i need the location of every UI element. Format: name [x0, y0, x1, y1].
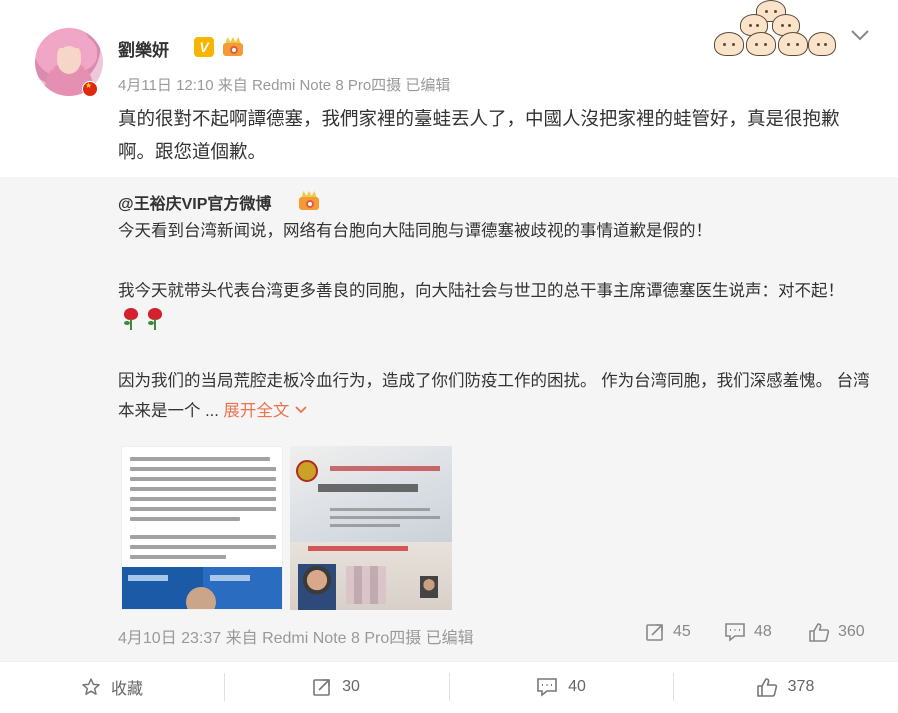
rose-icon: [146, 308, 164, 330]
rose-icon: [122, 308, 140, 330]
repost-paragraph-2-text: 我今天就带头代表台湾更多善良的同胞，向大陆社会与世卫的总干事主席谭德塞医生说声：…: [118, 282, 844, 300]
post-meta: 4月11日 12:10 来自 Redmi Note 8 Pro四摄 已编辑: [118, 77, 451, 94]
repost-share-button[interactable]: 45: [645, 622, 691, 642]
repost-username-text[interactable]: @王裕庆VIP官方微博: [118, 196, 271, 213]
repost-like-count: 360: [838, 623, 865, 640]
crown-badge-icon[interactable]: [221, 37, 245, 57]
repost-paragraph-2: 我今天就带头代表台湾更多善良的同胞，向大陆社会与世卫的总干事主席谭德塞医生说声：…: [118, 276, 873, 336]
share-button[interactable]: 30: [224, 661, 448, 713]
repost-comment-button[interactable]: 48: [724, 622, 772, 642]
roses: [122, 306, 170, 336]
favorite-button[interactable]: 收藏: [0, 661, 224, 713]
repost-paragraph-1: 今天看到台湾新闻说，网络有台胞向大陆同胞与谭德塞被歧视的事情道歉是假的！: [118, 222, 712, 240]
comment-button[interactable]: 40: [449, 661, 673, 713]
share-icon: [646, 624, 663, 641]
repost-share-count: 45: [673, 623, 691, 640]
crown-badge-icon[interactable]: [297, 191, 321, 211]
repost-text: 今天看到台湾新闻说，网络有台胞向大陆同胞与谭德塞被歧视的事情道歉是假的！ 我今天…: [118, 216, 873, 426]
china-flag-badge-icon: [82, 81, 98, 97]
like-count: 378: [787, 678, 815, 695]
comment-count: 40: [568, 678, 586, 695]
mascot-decoration: [710, 0, 840, 60]
repost-paragraph-3: 因为我们的当局荒腔走板冷血行为，造成了你们防疫工作的困扰。 作为台湾同胞，我们深…: [118, 366, 873, 426]
share-count: 30: [342, 678, 360, 695]
like-button[interactable]: 378: [673, 661, 897, 713]
expand-full-text-link[interactable]: 展开全文: [223, 402, 308, 420]
like-icon: [756, 678, 777, 697]
post-username[interactable]: 劉樂妍: [118, 36, 169, 61]
star-icon: [82, 678, 100, 695]
favorite-label: 收藏: [110, 681, 143, 698]
share-icon: [313, 679, 330, 696]
post-text: 真的很對不起啊譚德塞，我們家裡的臺蛙丟人了，中國人沒把家裡的蛙管好，真是很抱歉啊…: [118, 108, 840, 162]
chevron-down-icon[interactable]: [294, 405, 308, 415]
repost-image-2[interactable]: [290, 446, 452, 610]
repost-username[interactable]: @王裕庆VIP官方微博: [118, 190, 271, 214]
expand-label[interactable]: 展开全文: [223, 402, 289, 420]
repost-comment-count: 48: [754, 623, 772, 640]
like-icon: [809, 623, 830, 642]
repost-image-1[interactable]: [121, 446, 283, 610]
comment-icon: [725, 623, 745, 642]
repost-like-button[interactable]: 360: [808, 622, 865, 642]
vip-badge-icon[interactable]: V: [194, 37, 214, 57]
repost-meta: 4月10日 23:37 来自 Redmi Note 8 Pro四摄 已编辑: [118, 630, 474, 647]
avatar-face: [57, 46, 81, 74]
chevron-down-icon[interactable]: [850, 28, 870, 44]
comment-icon: [537, 678, 557, 697]
